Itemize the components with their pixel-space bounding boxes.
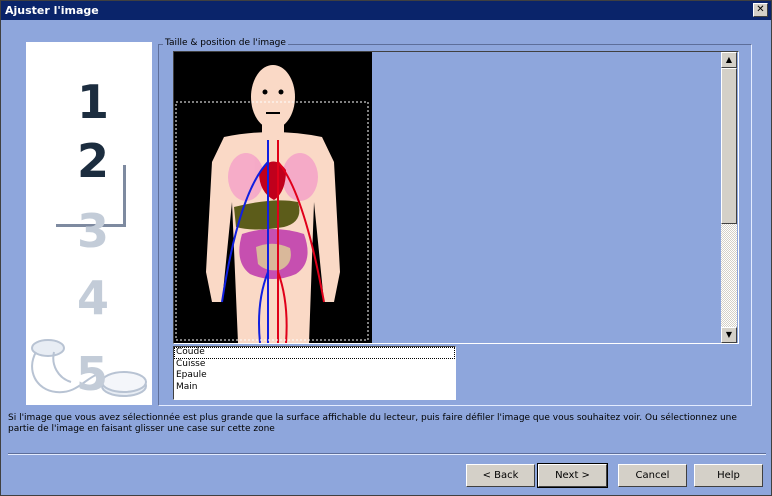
vertical-scrollbar[interactable]: ▲ ▼ — [721, 52, 737, 343]
next-button[interactable]: Next > — [537, 463, 608, 488]
back-button[interactable]: < Back — [466, 464, 535, 487]
help-button[interactable]: Help — [694, 464, 763, 487]
step-4: 4 — [76, 271, 109, 325]
image-region-list[interactable]: Coude Cuisse Epaule Main — [173, 346, 456, 400]
title-bar[interactable]: Ajuster l'image ✕ — [1, 1, 771, 20]
instructions-text: Si l'image que vous avez sélectionnée es… — [8, 413, 737, 434]
close-icon[interactable]: ✕ — [753, 3, 768, 17]
step-1: 1 — [76, 75, 109, 129]
scrollbar-thumb[interactable] — [721, 68, 737, 224]
separator — [8, 453, 766, 455]
wizard-window: Ajuster l'image ✕ 1 2 3 4 5 Taille & pos… — [0, 0, 772, 496]
wizard-steps-panel: 1 2 3 4 5 — [26, 42, 152, 405]
scroll-up-icon[interactable]: ▲ — [721, 52, 737, 68]
stethoscope-icon: 5 — [31, 339, 147, 401]
step-3: 3 — [76, 204, 109, 258]
scroll-down-icon[interactable]: ▼ — [721, 327, 737, 343]
list-item[interactable]: Cuisse — [174, 359, 455, 371]
cancel-button[interactable]: Cancel — [618, 464, 687, 487]
list-item[interactable]: Coude — [174, 347, 455, 359]
groupbox-label: Taille & position de l'image — [163, 38, 288, 49]
step-2-current: 2 — [76, 134, 109, 188]
window-title: Ajuster l'image — [5, 4, 99, 17]
human-body-illustration — [174, 52, 372, 344]
list-item[interactable]: Main — [174, 382, 455, 394]
anatomy-image[interactable] — [174, 52, 372, 344]
list-item[interactable]: Epaule — [174, 370, 455, 382]
step-5: 5 — [76, 347, 108, 401]
